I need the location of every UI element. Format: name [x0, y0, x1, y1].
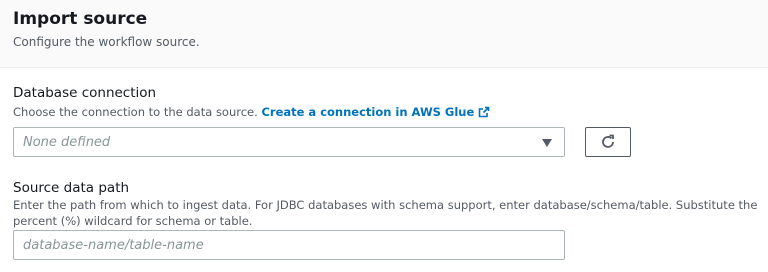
source-data-path-description: Enter the path from which to ingest data… [13, 198, 758, 228]
database-connection-label: Database connection [13, 85, 157, 101]
database-connection-description-text: Choose the connection to the data source… [13, 105, 258, 119]
source-data-path-label: Source data path [13, 180, 130, 196]
panel-header: Import source Configure the workflow sou… [0, 0, 768, 68]
page-description: Configure the workflow source. [13, 35, 200, 49]
refresh-button[interactable] [585, 127, 631, 157]
external-link-icon [478, 106, 490, 122]
create-connection-link[interactable]: Create a connection in AWS Glue [261, 105, 490, 119]
database-connection-select[interactable]: None defined [13, 127, 565, 157]
refresh-icon [602, 134, 614, 148]
caret-down-icon [542, 139, 552, 147]
database-connection-selected-value: None defined [23, 135, 111, 150]
create-connection-link-label: Create a connection in AWS Glue [261, 105, 475, 119]
database-connection-description: Choose the connection to the data source… [13, 104, 490, 122]
page-title: Import source [13, 9, 148, 29]
source-data-path-input[interactable] [13, 230, 565, 260]
